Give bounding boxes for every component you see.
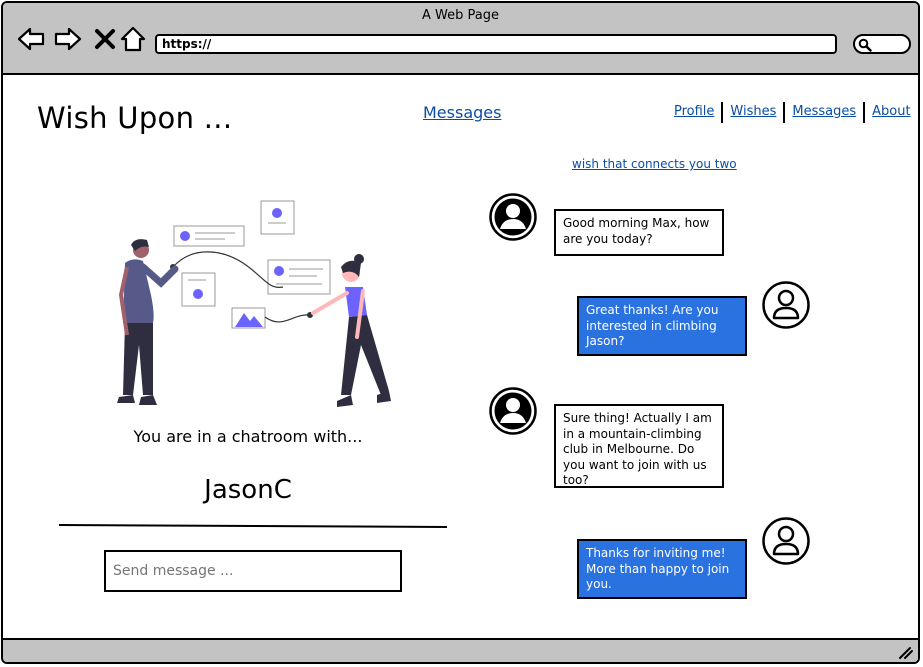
avatar-filled-icon [489, 193, 537, 241]
browser-search-box[interactable] [853, 34, 911, 54]
messages-heading-link[interactable]: Messages [423, 103, 501, 122]
send-message-input[interactable] [104, 550, 402, 592]
chat-partner-name: JasonC [204, 475, 292, 505]
browser-chrome: A Web Page https:// [3, 3, 918, 75]
message-bubble-incoming: Good morning Max, how are you today? [554, 209, 724, 256]
avatar-filled-icon [489, 387, 537, 435]
brand-title: Wish Upon ... [37, 101, 233, 135]
nav-link-messages[interactable]: Messages [785, 102, 863, 123]
avatar-outline-icon [762, 517, 810, 565]
status-bar [3, 638, 918, 662]
card-middle-right [267, 259, 331, 295]
home-icon[interactable] [119, 25, 147, 53]
message-bubble-outgoing: Thanks for inviting me! More than happy … [577, 539, 747, 599]
nav-link-profile[interactable]: Profile [667, 102, 721, 123]
resize-handle-icon[interactable] [896, 644, 914, 660]
card-top-right [260, 200, 295, 235]
search-icon [858, 38, 872, 52]
forward-arrow-icon[interactable] [54, 25, 82, 53]
man-figure [117, 239, 179, 405]
chat-illustration [117, 200, 391, 407]
browser-window: A Web Page https:// Wish Upon ... Messag… [1, 1, 920, 664]
nav-link-wishes[interactable]: Wishes [723, 102, 783, 123]
message-bubble-incoming: Sure thing! Actually I am in a mountain-… [554, 404, 724, 488]
image-card [231, 307, 266, 329]
back-arrow-icon[interactable] [17, 25, 45, 53]
avatar-outline-icon [762, 281, 810, 329]
close-x-icon[interactable] [91, 25, 119, 53]
chatroom-intro: You are in a chatroom with... [133, 427, 363, 446]
window-title: A Web Page [422, 8, 499, 23]
message-bubble-outgoing: Great thanks! Are you interested in clim… [577, 296, 747, 356]
address-bar[interactable]: https:// [155, 34, 837, 54]
top-navigation: Profile Wishes Messages About [667, 102, 918, 123]
card-middle-left [181, 272, 216, 307]
nav-link-about[interactable]: About [865, 102, 917, 123]
divider-line [58, 523, 448, 529]
wish-connection-link[interactable]: wish that connects you two [572, 157, 737, 171]
card-top-left [173, 225, 245, 247]
